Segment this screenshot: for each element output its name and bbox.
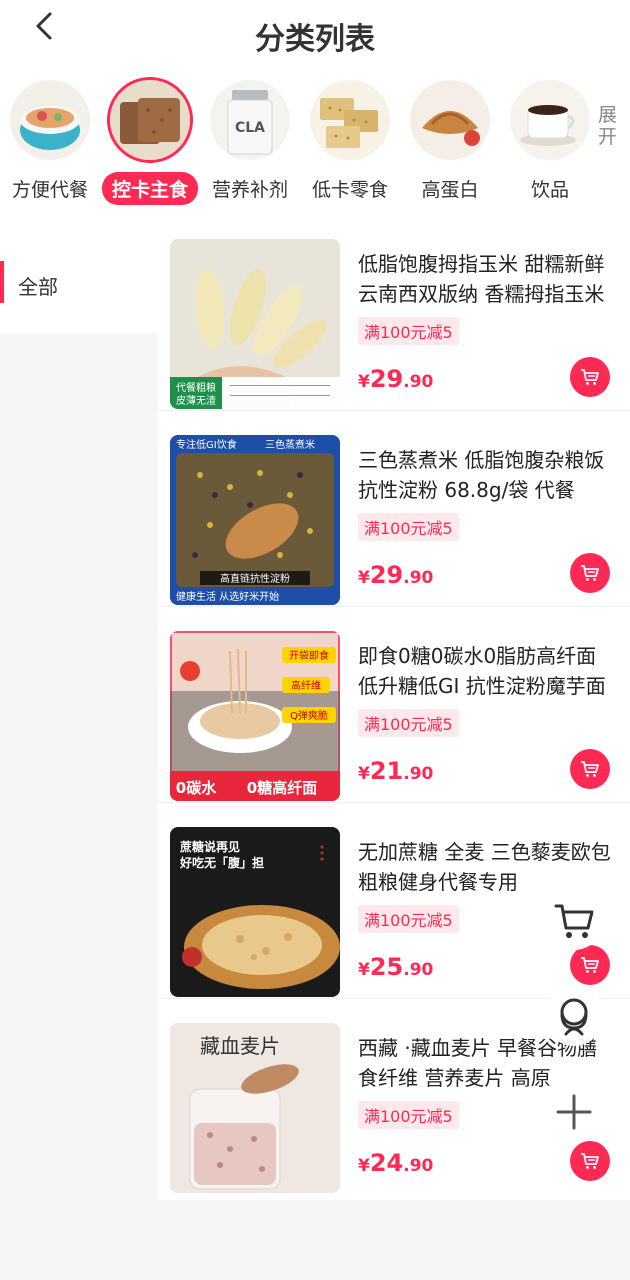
- price-decimal: .90: [403, 372, 434, 392]
- header-bar: 分类列表: [0, 0, 630, 70]
- category-image-croissant: [410, 80, 490, 160]
- category-item-drinks[interactable]: 饮品: [500, 80, 600, 210]
- image-caption-2: 皮薄无渣: [176, 394, 216, 407]
- image-caption-1: 藏血麦片: [200, 1034, 280, 1058]
- image-caption-2: 高纤维: [291, 679, 321, 692]
- cart-icon: [581, 761, 599, 777]
- product-image: 代餐粗粮 皮薄无渣: [170, 239, 340, 409]
- image-caption-1: 专注低GI饮食: [176, 438, 237, 451]
- promo-badge: 满100元减5: [358, 905, 459, 933]
- category-image-bowl: [10, 80, 90, 160]
- category-label: 饮品: [530, 179, 569, 201]
- price-integer: 24: [369, 1149, 404, 1177]
- product-list[interactable]: 代餐粗粮 皮薄无渣 低脂饱腹拇指玉米 甜糯新鲜 云南西双版纳 香糯拇指玉米 满1…: [158, 215, 630, 1200]
- plus-icon: [556, 1094, 592, 1130]
- category-item-protein[interactable]: 高蛋白: [400, 80, 500, 210]
- price-decimal: .90: [403, 764, 434, 784]
- category-label: 控卡主食: [101, 172, 198, 205]
- active-indicator: [0, 261, 4, 303]
- product-card[interactable]: 专注低GI饮食 三色蒸煮米 高直链抗性淀粉 健康生活 从选好米开始 三色蒸煮米 …: [158, 411, 630, 607]
- promo-badge: 满100元减5: [358, 1101, 459, 1129]
- product-price: ¥29.90: [358, 365, 433, 393]
- image-caption-3: 高直链抗性淀粉: [220, 572, 290, 585]
- category-label: 方便代餐: [11, 179, 88, 201]
- cart-icon: [554, 904, 594, 938]
- image-caption-2: 三色蒸煮米: [265, 438, 315, 451]
- product-image: 藏血麦片: [170, 1023, 340, 1193]
- currency-symbol: ¥: [358, 372, 370, 392]
- promo-badge: 满100元减5: [358, 709, 459, 737]
- product-price: ¥29.90: [358, 561, 433, 589]
- cart-icon: [581, 565, 599, 581]
- category-label: 低卡零食: [311, 179, 388, 201]
- subcategory-sidebar: 全部: [0, 215, 158, 1200]
- product-card[interactable]: 开袋即食 高纤维 Q弹爽脆 0碳水 0糖高纤面 即食0糖0碳水0脂肪高纤面 低升…: [158, 607, 630, 803]
- add-to-cart-button[interactable]: [570, 1141, 610, 1181]
- customer-service-button[interactable]: [544, 986, 604, 1046]
- add-to-cart-button[interactable]: [570, 553, 610, 593]
- promo-badge: 满100元减5: [358, 317, 459, 345]
- product-name[interactable]: 低脂饱腹拇指玉米 甜糯新鲜 云南西双版纳 香糯拇指玉米: [358, 249, 616, 309]
- image-caption-4: 0碳水: [176, 779, 217, 797]
- product-name[interactable]: 无加蔗糖 全麦 三色藜麦欧包粗粮健身代餐专用: [358, 837, 616, 897]
- product-price: ¥21.90: [358, 757, 433, 785]
- cart-icon: [581, 957, 599, 973]
- category-item-snack[interactable]: 低卡零食: [300, 80, 400, 210]
- image-caption-5: 0糖高纤面: [247, 779, 317, 797]
- product-image: 蔗糖说再见 好吃无「腹」担: [170, 827, 340, 997]
- currency-symbol: ¥: [358, 764, 370, 784]
- product-price: ¥25.90: [358, 953, 433, 981]
- more-button[interactable]: [544, 1082, 604, 1142]
- category-label: 营养补剂: [211, 179, 288, 201]
- add-to-cart-button[interactable]: [570, 357, 610, 397]
- page-title: 分类列表: [255, 22, 375, 57]
- category-item-staple[interactable]: 控卡主食: [100, 80, 200, 210]
- image-caption-1: 开袋即食: [289, 649, 329, 662]
- price-integer: 29: [369, 561, 404, 589]
- image-caption-1: 代餐粗粮: [176, 381, 216, 394]
- image-caption-4: 健康生活 从选好米开始: [176, 590, 279, 603]
- price-integer: 25: [369, 953, 404, 981]
- price-decimal: .90: [403, 1156, 434, 1176]
- category-image-coffee: [510, 80, 590, 160]
- expand-categories-button[interactable]: 展开: [598, 104, 624, 148]
- category-label: 高蛋白: [421, 179, 479, 201]
- sidebar-item-all[interactable]: 全部: [0, 237, 158, 333]
- product-image: 开袋即食 高纤维 Q弹爽脆 0碳水 0糖高纤面: [170, 631, 340, 801]
- category-item-convenience[interactable]: 方便代餐: [0, 80, 100, 210]
- svg-text:CLA: CLA: [235, 120, 265, 136]
- product-card[interactable]: 代餐粗粮 皮薄无渣 低脂饱腹拇指玉米 甜糯新鲜 云南西双版纳 香糯拇指玉米 满1…: [158, 215, 630, 411]
- headset-icon: [560, 998, 588, 1036]
- product-name[interactable]: 即食0糖0碳水0脂肪高纤面 低升糖低GI 抗性淀粉魔芋面: [358, 641, 616, 701]
- image-caption-2: 好吃无「腹」担: [179, 855, 264, 870]
- category-item-supplement[interactable]: CLA 营养补剂: [200, 80, 300, 210]
- add-to-cart-button[interactable]: [570, 749, 610, 789]
- product-image: 专注低GI饮食 三色蒸煮米 高直链抗性淀粉 健康生活 从选好米开始: [170, 435, 340, 605]
- currency-symbol: ¥: [358, 568, 370, 588]
- image-caption-1: 蔗糖说再见: [179, 839, 240, 854]
- currency-symbol: ¥: [358, 1156, 370, 1176]
- price-decimal: .90: [403, 568, 434, 588]
- image-caption-3: Q弹爽脆: [290, 709, 328, 722]
- sidebar-item-label: 全部: [18, 275, 58, 299]
- product-price: ¥24.90: [358, 1149, 433, 1177]
- floating-cart-button[interactable]: [544, 890, 604, 950]
- category-image-cla-bottle: CLA: [210, 80, 290, 160]
- category-strip: 方便代餐 控卡主食 CLA 营养补剂 低卡零食 高蛋白 饮品 展开: [0, 70, 630, 215]
- category-image-bread: [110, 80, 190, 160]
- category-image-crackers: [310, 80, 390, 160]
- currency-symbol: ¥: [358, 960, 370, 980]
- cart-icon: [581, 1153, 599, 1169]
- price-integer: 21: [369, 757, 404, 785]
- add-to-cart-button[interactable]: [570, 945, 610, 985]
- price-decimal: .90: [403, 960, 434, 980]
- price-integer: 29: [369, 365, 404, 393]
- cart-icon: [581, 369, 599, 385]
- product-name[interactable]: 三色蒸煮米 低脂饱腹杂粮饭 抗性淀粉 68.8g/袋 代餐: [358, 445, 616, 505]
- promo-badge: 满100元减5: [358, 513, 459, 541]
